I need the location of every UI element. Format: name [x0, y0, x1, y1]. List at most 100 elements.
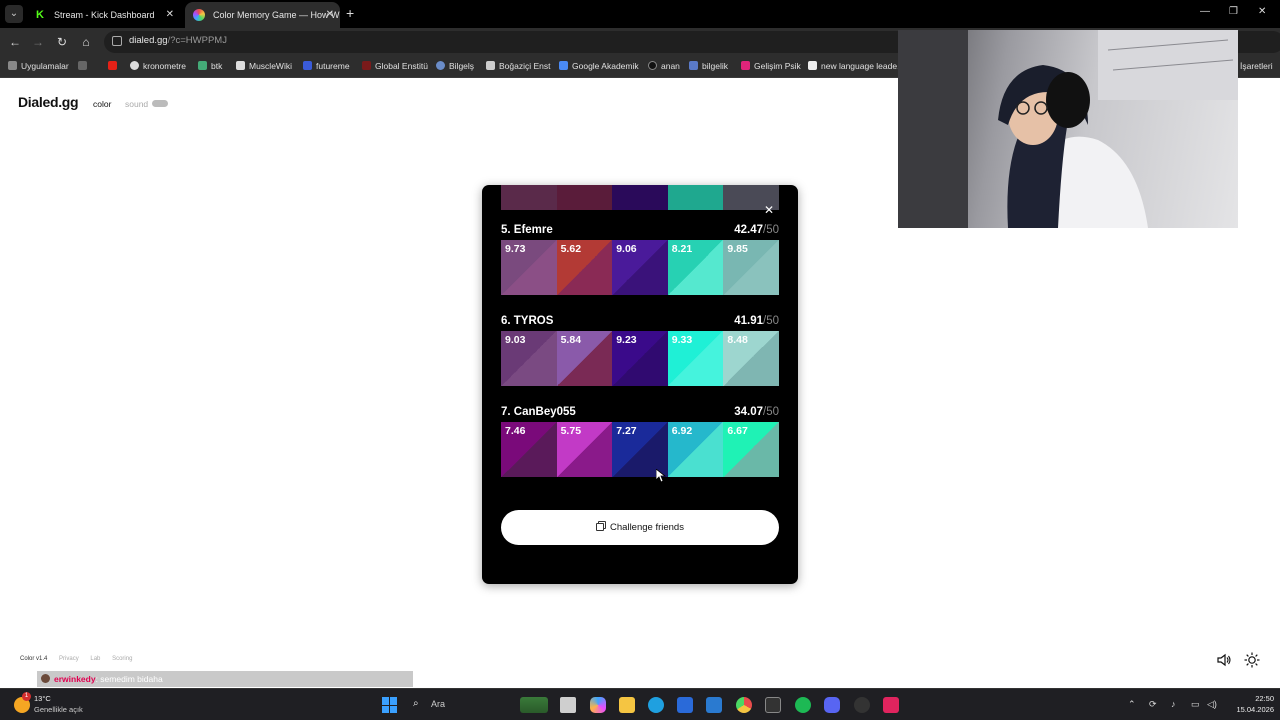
- bookmark-apps[interactable]: Uygulamalar: [8, 61, 69, 71]
- previous-entry-swatches: [501, 185, 779, 210]
- privacy-link[interactable]: Privacy: [59, 656, 79, 662]
- weather-temperature[interactable]: 13°C: [34, 694, 51, 703]
- site-footer: Color v1.4 Privacy Lab Scoring: [20, 656, 142, 662]
- bookmark-bogazici[interactable]: Boğaziçi Enst: [486, 61, 551, 71]
- chat-message: erwinkedy: semedim bidaha: [37, 671, 413, 687]
- tab-color-memory-game[interactable]: Color Memory Game — How W ✕: [185, 2, 340, 28]
- bookmark-gelisim-psik[interactable]: Gelişim Psik: [741, 61, 801, 71]
- display-icon[interactable]: ▭: [1191, 699, 1200, 710]
- tab-search-button[interactable]: ⌄: [5, 5, 23, 23]
- color-swatch[interactable]: 9.06: [612, 240, 668, 295]
- edge-icon[interactable]: [648, 697, 664, 713]
- mouse-cursor-icon: [656, 469, 666, 483]
- site-logo[interactable]: Dialed.gg: [18, 94, 79, 110]
- color-swatch[interactable]: 7.46: [501, 422, 557, 477]
- chat-avatar: [41, 674, 50, 683]
- color-swatch[interactable]: 5.75: [556, 422, 613, 477]
- youtube-icon[interactable]: [108, 61, 121, 71]
- bookmark-global-enstitu[interactable]: Global Enstitü: [362, 61, 428, 71]
- new-badge: [152, 100, 168, 107]
- player-name: 6. TYROS: [501, 315, 554, 327]
- taskbar-search[interactable]: Ara: [431, 699, 445, 709]
- close-icon[interactable]: ✕: [764, 203, 774, 217]
- spotify-icon[interactable]: [795, 697, 811, 713]
- chat-text: : semedim bidaha: [95, 674, 163, 684]
- color-swatch[interactable]: 9.85: [723, 240, 779, 295]
- color-swatch[interactable]: 9.73: [501, 240, 557, 295]
- bookmark-kronometre[interactable]: kronometre: [130, 61, 186, 71]
- nav-sound-link[interactable]: sound: [125, 99, 148, 109]
- color-swatches: 9.03 5.84 9.23 9.33 8.48: [501, 331, 779, 386]
- player-score: 42.47/50: [734, 224, 779, 236]
- outlook-icon[interactable]: [706, 697, 722, 713]
- color-swatch[interactable]: 6.92: [667, 422, 724, 477]
- color-swatch[interactable]: 9.03: [501, 331, 557, 386]
- tray-chevron-icon[interactable]: ⌃: [1128, 699, 1136, 710]
- bookmark-btk[interactable]: btk: [198, 61, 222, 71]
- task-view-icon[interactable]: [560, 697, 576, 713]
- strip-swatch: [667, 185, 724, 210]
- bookmark-bilgelik[interactable]: bilgelik: [689, 61, 728, 71]
- color-swatch[interactable]: 8.21: [667, 240, 724, 295]
- scoring-link[interactable]: Scoring: [112, 656, 132, 662]
- bookmark-new-language[interactable]: new language leade...: [808, 61, 904, 71]
- version-label: Color v1.4: [20, 656, 48, 662]
- player-score: 34.07/50: [734, 406, 779, 418]
- copilot-icon[interactable]: [590, 697, 606, 713]
- store-icon[interactable]: [677, 697, 693, 713]
- new-tab-button[interactable]: +: [346, 5, 354, 21]
- clock-date[interactable]: 15.04.2026: [1226, 705, 1274, 714]
- strip-swatch: [556, 185, 613, 210]
- forward-icon[interactable]: →: [30, 34, 46, 50]
- close-tab-icon[interactable]: ✕: [326, 2, 334, 28]
- weather-description[interactable]: Genellikle açık: [34, 705, 83, 714]
- bookmark-futureme[interactable]: futureme: [303, 61, 350, 71]
- back-icon[interactable]: ←: [7, 34, 23, 50]
- kick-icon: K: [34, 9, 46, 21]
- app-icon[interactable]: [883, 697, 899, 713]
- bookmark-google-akademik[interactable]: Google Akademik: [559, 61, 639, 71]
- volume-icon[interactable]: ◁): [1207, 699, 1217, 710]
- reload-icon[interactable]: ↻: [54, 34, 70, 50]
- site-info-icon[interactable]: [112, 36, 122, 46]
- microphone-icon[interactable]: ♪: [1171, 699, 1176, 709]
- tab-kick-dashboard[interactable]: K Stream - Kick Dashboard ✕: [26, 2, 180, 28]
- color-swatch[interactable]: 9.33: [667, 331, 724, 386]
- bookmark-isaretleri[interactable]: İşaretleri: [1240, 61, 1273, 71]
- color-swatch[interactable]: 5.62: [556, 240, 613, 295]
- strip-swatch: [501, 185, 557, 210]
- streamer-video: [898, 30, 1238, 228]
- theme-toggle-sun-icon[interactable]: [1244, 652, 1260, 668]
- color-swatch[interactable]: 6.67: [723, 422, 779, 477]
- bookmark-bilgels[interactable]: Bilgelş: [436, 61, 474, 71]
- grid-icon[interactable]: [78, 61, 91, 71]
- speaker-icon[interactable]: [1216, 652, 1232, 668]
- search-icon[interactable]: ⌕: [413, 698, 419, 709]
- color-swatches: 9.73 5.62 9.06 8.21 9.85: [501, 240, 779, 295]
- app-icon[interactable]: [765, 697, 781, 713]
- minimize-icon[interactable]: —: [1200, 6, 1210, 17]
- tab-title: Stream - Kick Dashboard: [54, 10, 155, 20]
- color-swatch[interactable]: 5.84: [556, 331, 613, 386]
- tray-app-icon[interactable]: ⟳: [1149, 699, 1157, 710]
- widgets-icon[interactable]: [520, 697, 548, 713]
- windows-start-icon[interactable]: [382, 697, 398, 713]
- bookmark-musclewiki[interactable]: MuscleWiki: [236, 61, 292, 71]
- tab-title: Color Memory Game — How W: [213, 10, 340, 20]
- close-window-icon[interactable]: ✕: [1258, 6, 1266, 17]
- file-explorer-icon[interactable]: [619, 697, 635, 713]
- obs-icon[interactable]: [854, 697, 870, 713]
- color-swatch[interactable]: 8.48: [723, 331, 779, 386]
- nav-color-link[interactable]: color: [93, 99, 111, 109]
- restore-icon[interactable]: ❐: [1229, 6, 1238, 17]
- lab-link[interactable]: Lab: [90, 656, 100, 662]
- clock-time[interactable]: 22:50: [1246, 694, 1274, 703]
- url-text: dialed.gg/?c=HWPPMJ: [129, 35, 227, 46]
- challenge-friends-button[interactable]: Challenge friends: [501, 510, 779, 545]
- bookmark-anan[interactable]: anan: [648, 61, 680, 71]
- close-tab-icon[interactable]: ✕: [166, 2, 174, 28]
- chrome-icon[interactable]: [736, 697, 752, 713]
- home-icon[interactable]: ⌂: [78, 34, 94, 50]
- color-swatch[interactable]: 9.23: [612, 331, 668, 386]
- discord-icon[interactable]: [824, 697, 840, 713]
